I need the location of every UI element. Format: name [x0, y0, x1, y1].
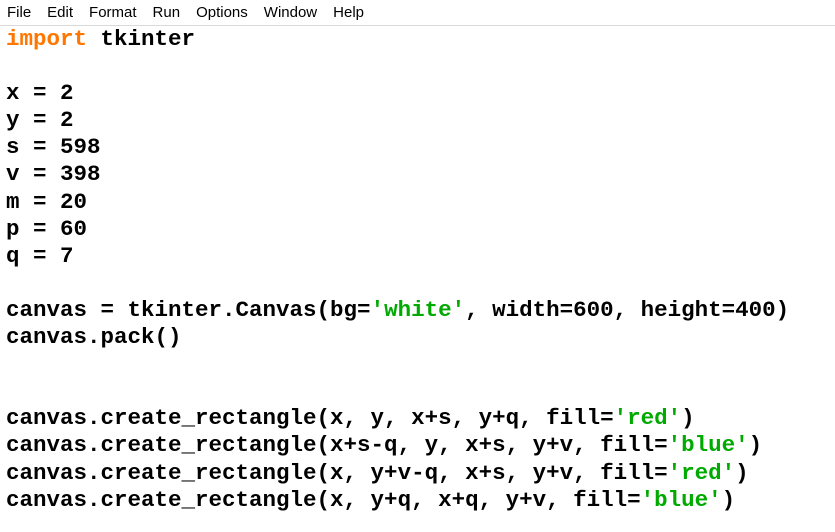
code-token: s = 598 [6, 134, 101, 161]
string-token: 'blue' [667, 432, 749, 459]
menu-edit[interactable]: Edit [39, 1, 81, 25]
menu-format[interactable]: Format [81, 1, 145, 25]
code-token: x = 2 [6, 80, 74, 107]
code-token: ) [681, 405, 695, 432]
code-line[interactable]: p = 60 [6, 216, 789, 243]
code-token: ) [748, 432, 763, 459]
string-token: 'red' [613, 405, 682, 432]
menu-bar: File Edit Format Run Options Window Help [0, 0, 835, 26]
code-token: p = 60 [6, 215, 88, 242]
code-text[interactable]: import tkinter x = 2y = 2s = 598 v = 398 m… [6, 26, 789, 514]
menu-window[interactable]: Window [256, 1, 325, 25]
code-line[interactable]: s = 598 [6, 134, 789, 161]
code-token: canvas.create_rectangle(x, y, x+s, y+q, … [6, 405, 614, 432]
code-line[interactable]: canvas = tkinter.Canvas(bg='white', widt… [6, 297, 789, 324]
code-line[interactable]: import tkinter [6, 26, 789, 53]
code-token: y = 2 [6, 107, 74, 134]
code-token: ) [735, 459, 749, 486]
code-token: canvas = tkinter.Canvas(bg= [6, 296, 371, 323]
code-token: canvas.create_rectangle(x+s-q, y, x+s, y… [6, 432, 668, 459]
code-token: canvas.create_rectangle(x, y+q, x+q, y+v… [6, 486, 641, 513]
code-line[interactable] [6, 270, 789, 297]
string-token: 'white' [370, 296, 466, 323]
code-line[interactable] [6, 351, 789, 378]
menu-run[interactable]: Run [145, 1, 189, 25]
code-token: canvas.create_rectangle(x, y+v-q, x+s, y… [6, 459, 668, 486]
code-token: canvas.pack() [6, 324, 182, 351]
code-line[interactable]: canvas.create_rectangle(x, y+q, x+q, y+v… [6, 487, 789, 514]
code-token: tkinter [87, 26, 196, 52]
code-token: v = 398 [6, 161, 101, 188]
code-line[interactable] [6, 378, 789, 405]
code-line[interactable]: canvas.create_rectangle(x, y, x+s, y+q, … [6, 405, 789, 432]
string-token: 'red' [667, 459, 736, 486]
code-line[interactable]: x = 2 [6, 80, 789, 107]
keyword-token: import [6, 26, 88, 52]
menu-options[interactable]: Options [188, 1, 256, 25]
code-line[interactable]: v = 398 [6, 161, 789, 188]
code-editor[interactable]: import tkinter x = 2y = 2s = 598 v = 398 m… [0, 26, 835, 532]
code-token: m = 20 [6, 188, 88, 215]
menu-help[interactable]: Help [325, 1, 372, 25]
menu-file[interactable]: File [0, 1, 39, 25]
code-line[interactable]: q = 7 [6, 243, 789, 270]
code-line[interactable]: canvas.create_rectangle(x+s-q, y, x+s, y… [6, 432, 789, 459]
code-line[interactable]: canvas.create_rectangle(x, y+v-q, x+s, y… [6, 460, 789, 487]
string-token: 'blue' [640, 486, 722, 513]
code-line[interactable]: canvas.pack() [6, 324, 789, 351]
code-line[interactable] [6, 53, 789, 80]
code-line[interactable]: y = 2 [6, 107, 789, 134]
code-line[interactable]: m = 20 [6, 189, 789, 216]
code-token: q = 7 [6, 242, 74, 269]
code-token: ) [721, 486, 736, 513]
code-token: , width=600, height=400) [465, 296, 790, 323]
